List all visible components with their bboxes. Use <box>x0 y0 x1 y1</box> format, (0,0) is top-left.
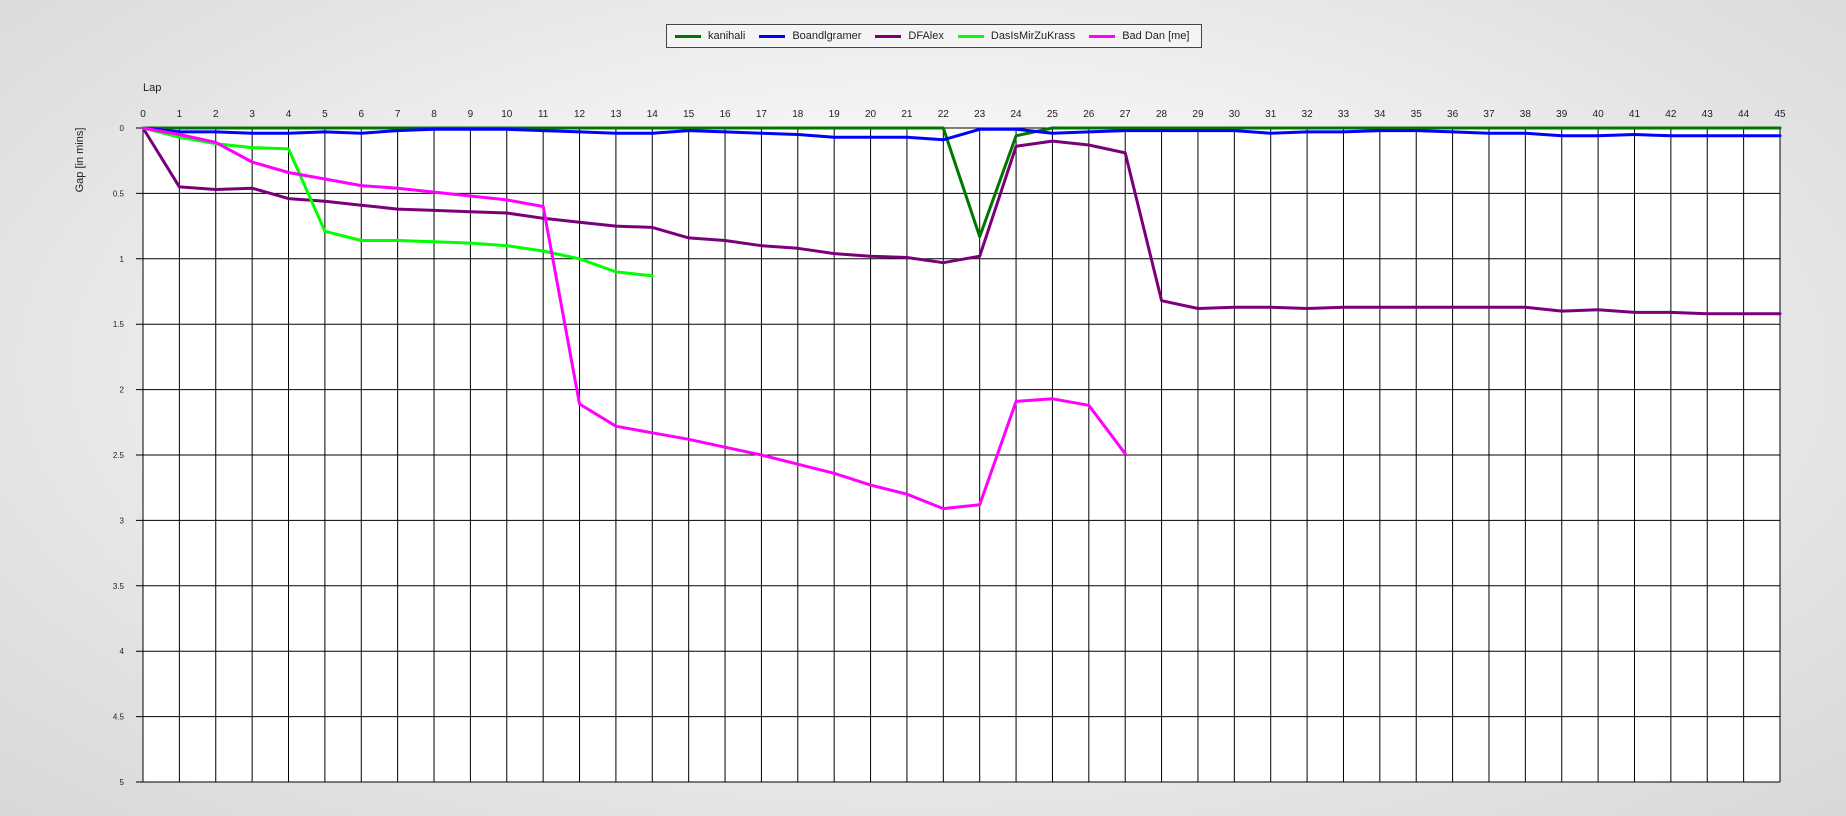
x-tick-label: 14 <box>647 109 659 120</box>
legend-label: Bad Dan [me] <box>1122 30 1190 42</box>
x-tick-label: 1 <box>177 109 183 120</box>
x-tick-label: 0 <box>140 109 146 120</box>
x-tick-label: 42 <box>1665 109 1677 120</box>
legend-swatch <box>1089 34 1116 38</box>
y-tick-label: 3.5 <box>113 582 125 591</box>
x-tick-label: 19 <box>829 109 841 120</box>
x-tick-label: 38 <box>1520 109 1532 120</box>
x-tick-label: 36 <box>1447 109 1459 120</box>
x-tick-label: 23 <box>974 109 986 120</box>
x-tick-label: 13 <box>610 109 622 120</box>
legend-item: kanihali <box>675 30 745 42</box>
x-tick-label: 10 <box>501 109 513 120</box>
y-tick-label: 0 <box>120 124 125 133</box>
x-tick-label: 40 <box>1593 109 1605 120</box>
x-tick-label: 24 <box>1011 109 1023 120</box>
x-tick-label: 7 <box>395 109 401 120</box>
x-tick-label: 25 <box>1047 109 1059 120</box>
x-tick-label: 4 <box>286 109 292 120</box>
x-tick-label: 21 <box>901 109 913 120</box>
x-tick-label: 34 <box>1374 109 1386 120</box>
x-tick-label: 35 <box>1411 109 1423 120</box>
x-tick-label: 41 <box>1629 109 1641 120</box>
legend-label: Boandlgramer <box>792 30 862 42</box>
x-tick-label: 31 <box>1265 109 1277 120</box>
x-tick-label: 15 <box>683 109 695 120</box>
legend-item: Boandlgramer <box>759 30 861 42</box>
y-axis-title: Gap [in mins] <box>74 128 86 193</box>
x-tick-label: 22 <box>938 109 950 120</box>
chart-grid <box>136 127 1781 783</box>
y-tick-label: 1.5 <box>113 320 125 329</box>
x-tick-label: 45 <box>1774 109 1786 120</box>
x-tick-label: 37 <box>1483 109 1495 120</box>
y-tick-label: 4 <box>120 647 125 656</box>
legend-swatch <box>759 34 786 38</box>
legend-swatch <box>675 34 701 38</box>
x-tick-label: 44 <box>1738 109 1750 120</box>
legend-item: DasIsMirZuKrass <box>957 30 1076 42</box>
x-tick-label: 3 <box>249 109 255 120</box>
chart-legend: kanihali Boandlgramer DFAlex DasIsMirZuKras… <box>666 24 1203 48</box>
x-tick-label: 17 <box>756 109 768 120</box>
y-tick-label: 0.5 <box>113 189 125 198</box>
y-tick-label: 5 <box>120 778 125 787</box>
x-tick-label: 26 <box>1083 109 1095 120</box>
x-tick-label: 8 <box>431 109 437 120</box>
y-tick-label: 2 <box>120 386 125 395</box>
legend-item: Bad Dan [me] <box>1089 30 1189 42</box>
y-tick-label: 3 <box>120 516 125 525</box>
x-tick-label: 33 <box>1338 109 1350 120</box>
x-tick-label: 2 <box>213 109 219 120</box>
x-tick-label: 9 <box>468 109 474 120</box>
x-tick-label: 5 <box>322 109 328 120</box>
legend-label: kanihali <box>708 30 746 42</box>
x-tick-label: 20 <box>865 109 877 120</box>
x-tick-label: 16 <box>719 109 731 120</box>
x-tick-label: 43 <box>1702 109 1714 120</box>
legend-label: DFAlex <box>908 30 944 42</box>
gap-chart: 0 1 2 3 4 5 6 7 8 9 10 11 12 13 14 15 16 17 18 19 20 21 22 23 24… <box>74 82 1786 787</box>
legend-label: DasIsMirZuKrass <box>990 30 1076 42</box>
x-tick-label: 18 <box>792 109 804 120</box>
x-tick-label: 11 <box>538 109 549 120</box>
x-axis-title: Lap <box>143 82 161 94</box>
x-tick-label: 30 <box>1229 109 1241 120</box>
x-tick-label: 6 <box>358 109 364 120</box>
x-tick-label: 27 <box>1120 109 1132 120</box>
y-tick-label: 4.5 <box>113 713 125 722</box>
x-tick-label: 12 <box>574 109 586 120</box>
legend-item: DFAlex <box>875 30 944 42</box>
y-tick-label: 2.5 <box>113 451 125 460</box>
y-tick-label: 1 <box>120 255 125 264</box>
x-tick-label: 29 <box>1192 109 1204 120</box>
x-tick-label: 32 <box>1302 109 1314 120</box>
x-tick-label: 28 <box>1156 109 1168 120</box>
legend-swatch <box>957 34 984 38</box>
x-tick-label: 39 <box>1556 109 1568 120</box>
legend-swatch <box>875 34 902 38</box>
